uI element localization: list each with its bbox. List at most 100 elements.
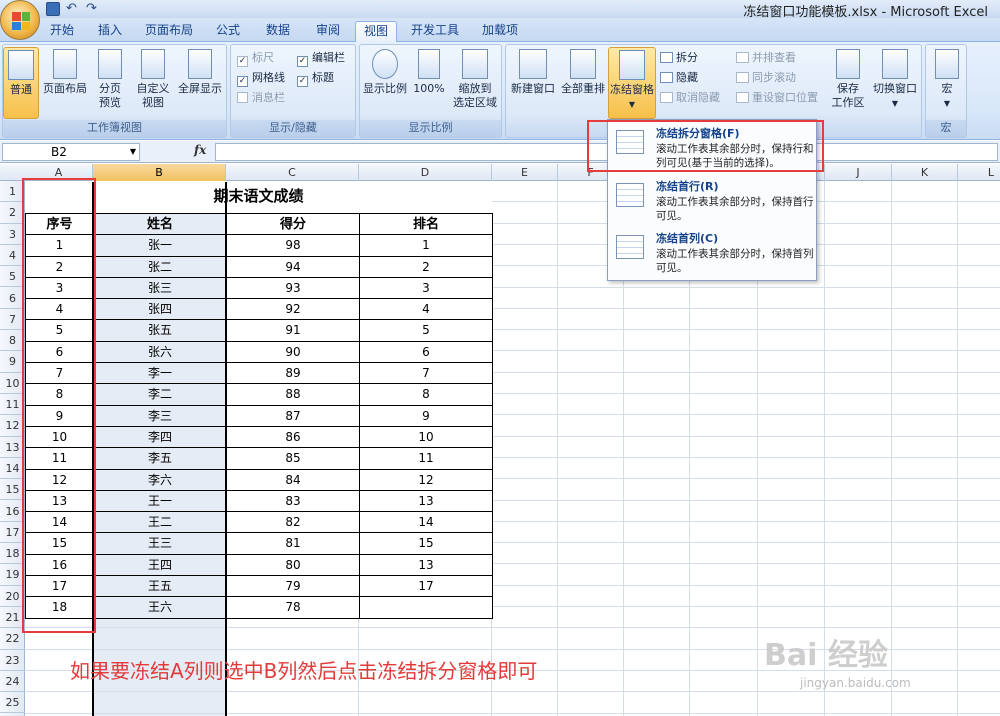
table-cell[interactable]: 90 xyxy=(226,340,360,364)
table-cell[interactable]: 93 xyxy=(226,276,360,300)
normal-view-button[interactable]: 普通 xyxy=(3,47,39,119)
unhide-button[interactable]: 取消隐藏 xyxy=(660,89,720,107)
table-header-cell[interactable]: 排名 xyxy=(359,212,493,236)
column-header-d[interactable]: D xyxy=(359,164,492,181)
fullscreen-button[interactable]: 全屏显示 xyxy=(175,47,225,96)
tab-insert[interactable]: 插入 xyxy=(92,21,128,42)
table-cell[interactable]: 7 xyxy=(359,362,493,385)
table-cell[interactable]: 李四 xyxy=(93,425,227,449)
table-cell[interactable]: 李六 xyxy=(93,468,227,491)
hide-button[interactable]: 隐藏 xyxy=(660,69,698,87)
table-cell[interactable]: 92 xyxy=(226,298,360,321)
table-cell[interactable]: 80 xyxy=(226,553,360,577)
column-header-k[interactable]: K xyxy=(892,164,958,181)
tab-addins[interactable]: 加载项 xyxy=(478,21,522,42)
zoom-100-button[interactable]: 100% xyxy=(410,47,448,96)
table-cell[interactable]: 李一 xyxy=(93,362,227,385)
table-cell[interactable]: 王四 xyxy=(93,553,227,577)
formula-bar-checkbox[interactable]: ✓ 编辑栏 xyxy=(297,49,345,67)
headings-checkbox[interactable]: ✓ 标题 xyxy=(297,69,334,87)
tab-view[interactable]: 视图 xyxy=(355,21,397,42)
redo-icon[interactable]: ↷ xyxy=(86,2,100,16)
reset-window-position-button[interactable]: 重设窗口位置 xyxy=(736,89,818,107)
table-cell[interactable]: 88 xyxy=(226,383,360,406)
table-cell[interactable]: 李二 xyxy=(93,383,227,406)
table-cell[interactable]: 15 xyxy=(359,532,493,555)
table-cell[interactable]: 13 xyxy=(359,489,493,513)
freeze-first-column-item[interactable]: 冻结首列(C) 滚动工作表其余部分时，保持首列可见。 xyxy=(608,227,816,279)
switch-windows-button[interactable]: 切换窗口 ▼ xyxy=(870,47,920,111)
gridlines-checkbox[interactable]: ✓ 网格线 xyxy=(237,69,285,87)
zoom-button[interactable]: 显示比例 xyxy=(362,47,408,96)
side-by-side-button[interactable]: 并排查看 xyxy=(736,49,796,67)
save-workspace-button[interactable]: 保存 工作区 xyxy=(828,47,868,110)
table-cell[interactable]: 82 xyxy=(226,511,360,534)
table-cell[interactable]: 4 xyxy=(359,298,493,321)
row-header-23[interactable]: 23 xyxy=(0,650,25,671)
table-cell[interactable]: 87 xyxy=(226,404,360,427)
table-cell[interactable]: 9 xyxy=(359,404,493,427)
new-window-button[interactable]: 新建窗口 xyxy=(508,47,558,96)
macros-button[interactable]: 宏 ▼ xyxy=(930,47,964,111)
table-cell[interactable]: 85 xyxy=(226,447,360,470)
table-cell[interactable]: 10 xyxy=(359,425,493,449)
row-header-25[interactable]: 25 xyxy=(0,692,25,714)
table-cell[interactable]: 王二 xyxy=(93,511,227,534)
table-cell[interactable]: 91 xyxy=(226,319,360,342)
undo-icon[interactable]: ↶ xyxy=(66,2,80,16)
table-cell[interactable] xyxy=(359,596,493,619)
table-cell[interactable]: 8 xyxy=(359,383,493,406)
table-cell[interactable]: 89 xyxy=(226,362,360,385)
table-cell[interactable]: 11 xyxy=(359,447,493,470)
freeze-panes-button[interactable]: 冻结窗格 ▼ xyxy=(608,47,656,119)
table-cell[interactable]: 84 xyxy=(226,468,360,491)
table-cell[interactable]: 张五 xyxy=(93,319,227,342)
table-cell[interactable]: 王三 xyxy=(93,532,227,555)
table-cell[interactable]: 94 xyxy=(226,255,360,278)
table-cell[interactable]: 14 xyxy=(359,511,493,534)
tab-page-layout[interactable]: 页面布局 xyxy=(142,21,196,42)
tab-developer[interactable]: 开发工具 xyxy=(408,21,462,42)
arrange-all-button[interactable]: 全部重排 xyxy=(560,47,606,96)
table-cell[interactable]: 王六 xyxy=(93,596,227,619)
table-cell[interactable]: 张一 xyxy=(93,234,227,257)
table-cell[interactable]: 1 xyxy=(359,234,493,257)
tab-home[interactable]: 开始 xyxy=(44,21,80,42)
column-header-l[interactable]: L xyxy=(958,164,1000,181)
page-break-preview-button[interactable]: 分页 预览 xyxy=(91,47,129,110)
table-cell[interactable]: 81 xyxy=(226,532,360,555)
table-cell[interactable]: 6 xyxy=(359,340,493,364)
table-cell[interactable]: 李五 xyxy=(93,447,227,470)
tab-review[interactable]: 审阅 xyxy=(310,21,346,42)
table-cell[interactable]: 李三 xyxy=(93,404,227,427)
table-cell[interactable]: 张四 xyxy=(93,298,227,321)
table-cell[interactable]: 张三 xyxy=(93,276,227,300)
office-button[interactable] xyxy=(0,0,40,40)
table-cell[interactable]: 83 xyxy=(226,489,360,513)
table-cell[interactable]: 86 xyxy=(226,425,360,449)
sync-scroll-button[interactable]: 同步滚动 xyxy=(736,69,796,87)
table-cell[interactable]: 17 xyxy=(359,575,493,598)
table-header-cell[interactable]: 姓名 xyxy=(93,212,227,236)
row-header-24[interactable]: 24 xyxy=(0,671,25,693)
table-cell[interactable]: 2 xyxy=(359,255,493,278)
zoom-to-selection-button[interactable]: 缩放到 选定区域 xyxy=(450,47,500,110)
column-header-b[interactable]: B xyxy=(93,164,226,181)
table-cell[interactable]: 12 xyxy=(359,468,493,491)
table-cell[interactable]: 79 xyxy=(226,575,360,598)
table-header-cell[interactable]: 得分 xyxy=(226,212,360,236)
table-cell[interactable]: 张六 xyxy=(93,340,227,364)
tab-data[interactable]: 数据 xyxy=(260,21,296,42)
ruler-checkbox[interactable]: ✓ 标尺 xyxy=(237,49,274,67)
table-cell[interactable]: 78 xyxy=(226,596,360,619)
table-cell[interactable]: 13 xyxy=(359,553,493,577)
save-icon[interactable] xyxy=(46,2,60,16)
custom-views-button[interactable]: 自定义 视图 xyxy=(131,47,175,110)
freeze-top-row-item[interactable]: 冻结首行(R) 滚动工作表其余部分时，保持首行可见。 xyxy=(608,175,816,227)
table-cell[interactable]: 5 xyxy=(359,319,493,342)
split-button[interactable]: 拆分 xyxy=(660,49,698,67)
message-bar-checkbox[interactable]: 消息栏 xyxy=(237,89,285,107)
insert-function-icon[interactable]: fx xyxy=(194,143,206,157)
name-box-dropdown-icon[interactable]: ▼ xyxy=(130,144,136,160)
table-cell[interactable]: 98 xyxy=(226,234,360,257)
